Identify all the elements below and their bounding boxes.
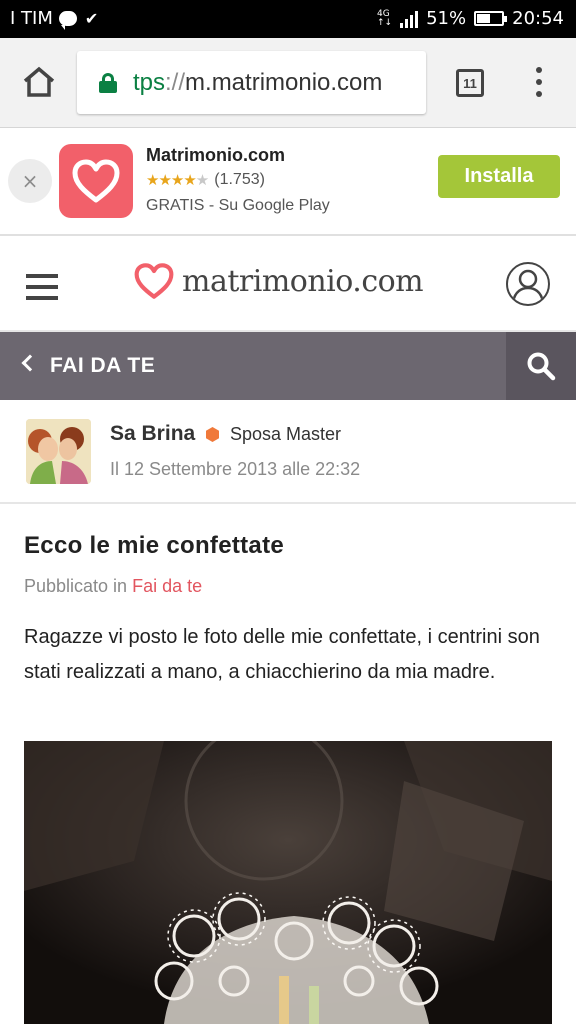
signal-icon xyxy=(400,10,419,28)
carrier-label: I TIM xyxy=(10,8,53,29)
logo-heart-icon xyxy=(134,263,174,299)
install-button[interactable]: Installa xyxy=(438,155,560,198)
rating-stars-icon: ★★★★★ xyxy=(146,171,209,189)
status-bar: I TIM ✔ 4G ↑↓ 51% 20:54 xyxy=(0,0,576,38)
rating-count: (1.753) xyxy=(214,171,265,188)
post-date: Il 12 Settembre 2013 alle 22:32 xyxy=(110,459,361,479)
overflow-menu-icon[interactable] xyxy=(535,67,543,97)
site-logo[interactable]: matrimonio.com xyxy=(132,262,424,300)
post-meta: Pubblicato in Fai da te xyxy=(24,576,202,597)
app-store-subtitle: GRATIS - Su Google Play xyxy=(146,197,330,214)
message-notification-icon xyxy=(58,11,77,30)
network-type-icon: 4G ↑↓ xyxy=(377,8,393,28)
user-profile-icon[interactable] xyxy=(506,262,550,306)
battery-icon xyxy=(474,11,508,26)
author-name[interactable]: Sa Brina xyxy=(110,422,195,446)
rank-badge-icon xyxy=(206,427,219,442)
heart-icon xyxy=(72,159,120,203)
clock: 20:54 xyxy=(512,8,564,29)
author-rank: Sposa Master xyxy=(230,424,342,444)
post-photo[interactable] xyxy=(24,741,552,1024)
published-in-label: Pubblicato in xyxy=(24,576,133,596)
post-body: Ragazze vi posto le foto delle mie confe… xyxy=(24,626,540,683)
url-host: m.matrimonio.com xyxy=(185,68,383,96)
search-icon xyxy=(527,352,556,381)
section-bar: FAI DA TE xyxy=(0,332,576,400)
post-title: Ecco le mie confettate xyxy=(24,532,285,559)
battery-percent: 51% xyxy=(426,8,467,29)
url-separator: :// xyxy=(165,68,186,96)
lock-icon xyxy=(99,72,117,93)
post-author: Sa Brina Sposa Master Il 12 Settembre 20… xyxy=(0,400,576,504)
app-icon xyxy=(59,144,133,218)
browser-toolbar: tps://m.matrimonio.com 11 xyxy=(0,38,576,128)
app-rating: ★★★★★ (1.753) xyxy=(146,171,265,189)
back-chevron-icon[interactable] xyxy=(21,354,39,372)
tab-switcher-button[interactable]: 11 xyxy=(456,69,484,97)
close-banner-button[interactable]: × xyxy=(8,159,52,203)
home-icon[interactable] xyxy=(22,66,56,98)
task-done-icon: ✔ xyxy=(84,9,99,28)
logo-text: matrimonio.com xyxy=(182,263,424,299)
hamburger-menu-icon[interactable] xyxy=(26,274,58,300)
app-install-banner: × Matrimonio.com ★★★★★ (1.753) GRATIS - … xyxy=(0,128,576,236)
app-name: Matrimonio.com xyxy=(146,145,286,165)
site-header: matrimonio.com xyxy=(0,236,576,332)
address-bar[interactable]: tps://m.matrimonio.com xyxy=(77,51,426,114)
author-avatar[interactable] xyxy=(26,419,91,484)
search-button[interactable] xyxy=(506,332,576,400)
category-link[interactable]: Fai da te xyxy=(132,576,202,596)
section-title[interactable]: FAI DA TE xyxy=(50,354,155,378)
url-scheme: tps xyxy=(133,68,166,96)
